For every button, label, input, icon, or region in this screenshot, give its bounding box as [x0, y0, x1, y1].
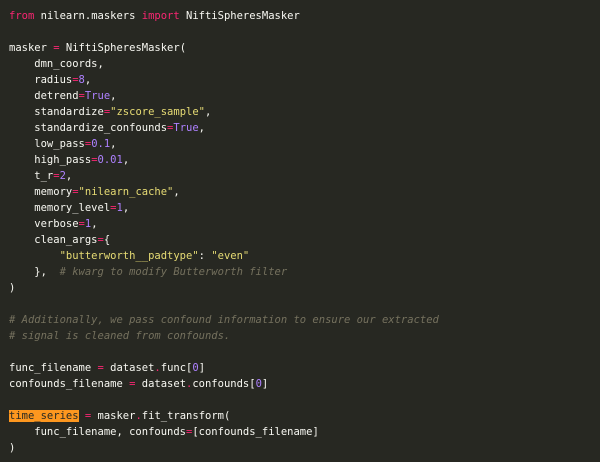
code-block: from nilearn.maskers import NiftiSpheres… [9, 8, 600, 456]
code-token: , [204, 106, 212, 118]
code-token: func_filename [9, 362, 98, 374]
code-line: detrend=True, [9, 88, 600, 104]
code-token: from [9, 10, 35, 22]
code-token: 0.01 [97, 154, 123, 166]
code-token: , [91, 218, 98, 230]
code-token: : [198, 250, 212, 262]
code-token: }, [9, 266, 60, 278]
code-line: # Additionally, we pass confound informa… [9, 312, 600, 328]
code-line: radius=8, [9, 72, 600, 88]
code-token: verbose [9, 218, 79, 230]
code-token: func[ [160, 362, 193, 374]
code-token: True [173, 122, 199, 134]
code-token: NiftiSpheresMasker( [59, 42, 187, 54]
code-line: standardize_confounds=True, [9, 120, 600, 136]
code-line: from nilearn.maskers import NiftiSpheres… [9, 8, 600, 24]
code-token: , [122, 202, 130, 214]
code-line: t_r=2, [9, 168, 600, 184]
code-token: ] [261, 378, 269, 390]
code-token: clean_args [9, 234, 98, 246]
code-token: # kwarg to modify Butterworth filter [59, 266, 288, 278]
code-token: dmn_coords, [9, 58, 104, 70]
code-line: clean_args={ [9, 232, 600, 248]
code-token: masker [9, 42, 54, 54]
code-line: func_filename, confounds=[confounds_file… [9, 424, 600, 440]
code-line: memory="nilearn_cache", [9, 184, 600, 200]
code-token: confounds_filename [9, 378, 130, 390]
code-line: time_series = masker.fit_transform( [9, 408, 600, 424]
code-token: 0.1 [91, 138, 111, 150]
code-token: # signal is cleaned from confounds. [9, 330, 231, 342]
code-line: "butterworth__padtype": "even" [9, 248, 600, 264]
code-token: t_r [9, 170, 54, 182]
code-token: , [65, 170, 73, 182]
code-token: "butterworth__padtype" [59, 250, 199, 262]
code-token: { [103, 234, 111, 246]
code-line: verbose=1, [9, 216, 600, 232]
code-line: dmn_coords, [9, 56, 600, 72]
code-token: dataset [135, 378, 187, 390]
code-token: NiftiSpheresMasker [179, 10, 300, 22]
code-token: high_pass [9, 154, 92, 166]
code-token: radius [9, 74, 73, 86]
code-line: standardize="zscore_sample", [9, 104, 600, 120]
code-token: , [84, 74, 92, 86]
code-token: True [84, 90, 111, 102]
code-token: "even" [211, 250, 250, 262]
code-line: low_pass=0.1, [9, 136, 600, 152]
code-token: , [110, 138, 117, 150]
code-token: standardize_confounds [9, 122, 168, 134]
code-token: [confounds_filename] [192, 426, 319, 438]
code-token: "zscore_sample" [110, 106, 205, 118]
code-token: import [141, 10, 180, 22]
code-token: , [110, 90, 117, 102]
code-token: ) [9, 442, 16, 454]
code-token: low_pass [9, 138, 85, 150]
code-line: confounds_filename = dataset.confounds[0… [9, 376, 600, 392]
code-token: detrend [9, 90, 79, 102]
code-token: , [173, 186, 180, 198]
highlighted-token: time_series [9, 410, 79, 422]
code-token: # Additionally, we pass confound informa… [9, 314, 439, 326]
code-token: ] [198, 362, 206, 374]
code-editor[interactable]: from nilearn.maskers import NiftiSpheres… [0, 0, 600, 462]
code-line: # signal is cleaned from confounds. [9, 328, 600, 344]
code-token: memory [9, 186, 73, 198]
code-token: memory_level [9, 202, 111, 214]
code-token: "nilearn_cache" [78, 186, 174, 198]
code-token: nilearn.maskers [34, 10, 142, 22]
code-token: masker [91, 410, 136, 422]
code-line: memory_level=1, [9, 200, 600, 216]
code-line: }, # kwarg to modify Butterworth filter [9, 264, 600, 280]
code-token: confounds[ [192, 378, 256, 390]
code-token: standardize [9, 106, 104, 118]
code-token: , [198, 122, 205, 134]
code-line: high_pass=0.01, [9, 152, 600, 168]
code-token: dataset [103, 362, 155, 374]
code-line: func_filename = dataset.func[0] [9, 360, 600, 376]
code-token: func_filename, confounds [9, 426, 187, 438]
code-line: ) [9, 440, 600, 456]
code-token: , [122, 154, 130, 166]
code-line: ) [9, 280, 600, 296]
code-token: fit_transform( [141, 410, 231, 422]
code-line: masker = NiftiSpheresMasker( [9, 40, 600, 56]
code-token: ) [9, 282, 16, 294]
